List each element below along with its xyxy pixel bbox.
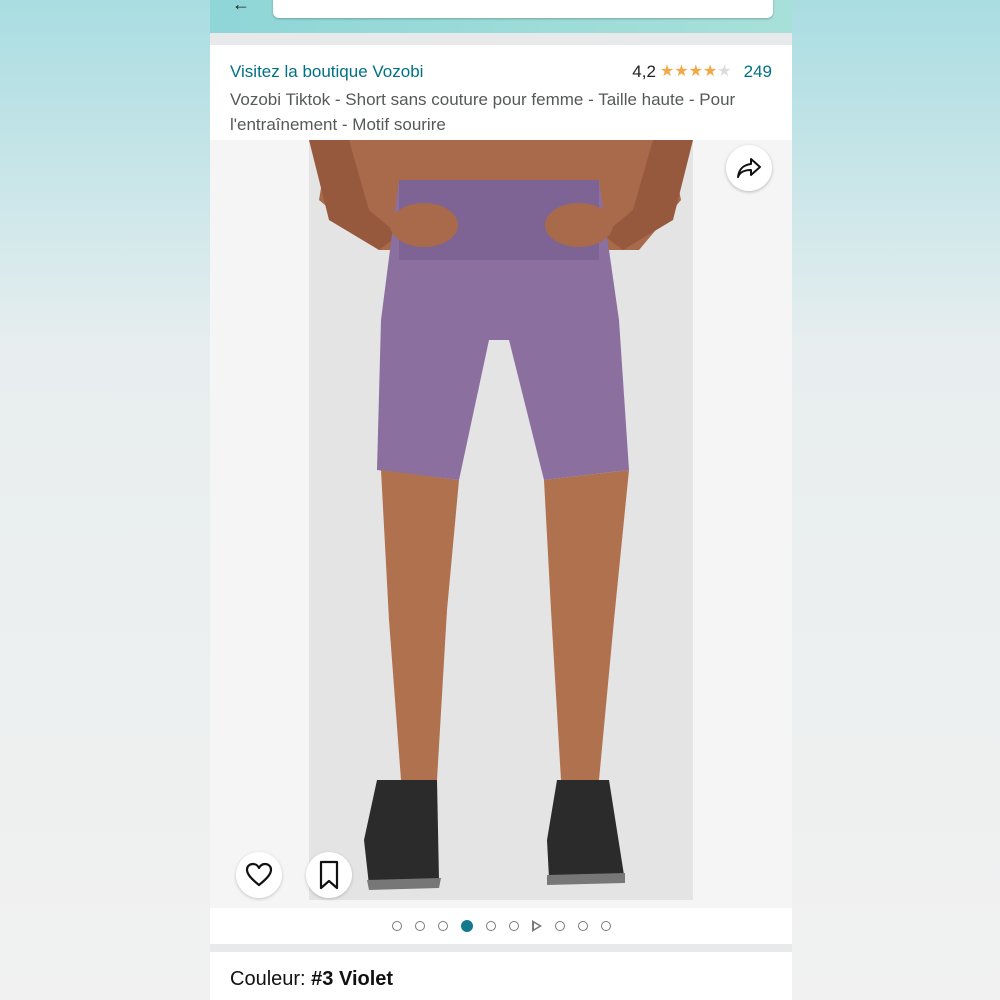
product-photo bbox=[309, 140, 693, 900]
pagination-dot[interactable] bbox=[554, 921, 565, 931]
star-icon: ★ bbox=[659, 63, 675, 80]
star-icon: ★ bbox=[674, 63, 689, 80]
share-button[interactable] bbox=[726, 145, 772, 191]
top-bar: ← bbox=[210, 0, 792, 33]
pagination-dot[interactable] bbox=[485, 921, 496, 931]
gallery-pagination[interactable] bbox=[210, 908, 792, 944]
heart-icon bbox=[245, 862, 273, 887]
product-header: Visitez la boutique Vozobi 4,2 ★ ★ ★ ★ ★… bbox=[210, 45, 792, 140]
rating-value: 4,2 bbox=[632, 62, 656, 81]
product-title: Vozobi Tiktok - Short sans couture pour … bbox=[230, 90, 736, 134]
star-icon: ★ bbox=[717, 63, 732, 80]
color-value: #3 Violet bbox=[311, 968, 394, 990]
pagination-dot[interactable] bbox=[391, 921, 402, 931]
search-bar[interactable] bbox=[273, 0, 773, 18]
pagination-dot[interactable] bbox=[577, 921, 588, 931]
share-icon bbox=[737, 158, 761, 178]
review-count[interactable]: 249 bbox=[744, 62, 772, 82]
video-thumbnail-icon[interactable] bbox=[531, 920, 542, 932]
pagination-dot[interactable] bbox=[437, 921, 448, 931]
star-icon: ★ bbox=[702, 63, 718, 80]
color-label: Couleur: bbox=[230, 968, 312, 990]
app-screen: ← Visitez la boutique Vozobi 4,2 ★ ★ ★ ★… bbox=[210, 0, 792, 1000]
pagination-dot[interactable] bbox=[460, 920, 473, 932]
pagination-dot[interactable] bbox=[414, 921, 425, 931]
pagination-dot[interactable] bbox=[600, 921, 611, 931]
divider bbox=[210, 33, 792, 45]
bookmark-icon bbox=[319, 860, 339, 890]
back-arrow-icon[interactable]: ← bbox=[232, 0, 250, 15]
rating-summary[interactable]: 4,2 ★ ★ ★ ★ ★ 249 bbox=[632, 62, 772, 82]
product-gallery[interactable] bbox=[210, 140, 792, 908]
divider bbox=[210, 944, 792, 952]
pagination-dot[interactable] bbox=[508, 921, 519, 931]
product-image[interactable] bbox=[309, 140, 693, 900]
rating-stars: ★ ★ ★ ★ ★ bbox=[660, 64, 732, 80]
store-link[interactable]: Visitez la boutique Vozobi bbox=[230, 62, 423, 82]
favorite-button[interactable] bbox=[236, 852, 282, 898]
save-button[interactable] bbox=[306, 852, 352, 898]
background-right bbox=[792, 0, 1000, 1000]
background-left bbox=[0, 0, 210, 1000]
color-selection: Couleur: #3 Violet bbox=[230, 968, 393, 991]
star-icon: ★ bbox=[688, 63, 703, 80]
